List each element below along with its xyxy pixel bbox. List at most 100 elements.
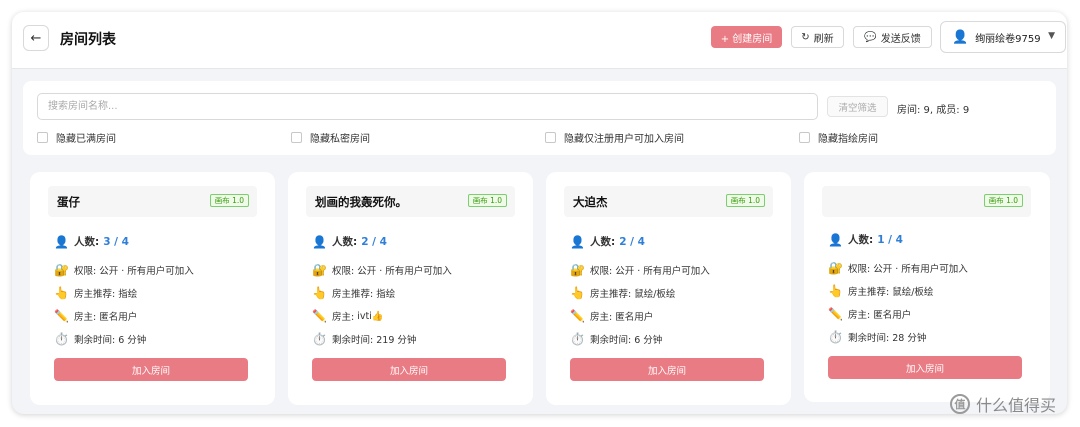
owner-label: 房主:	[848, 310, 871, 321]
hide-finger-draw-rooms-checkbox[interactable]: 隐藏指绘房间	[799, 130, 878, 145]
lock-icon: 🔐	[54, 263, 69, 277]
pencil-icon: ✏️	[312, 309, 327, 323]
user-menu-dropdown[interactable]: 👤 绚丽绘卷9759 ▼	[940, 21, 1066, 53]
recommend-value: 指绘	[376, 289, 396, 300]
checkbox-box[interactable]	[545, 132, 556, 143]
checkbox-label: 隐藏私密房间	[310, 134, 370, 145]
permission-label: 权限:	[848, 264, 871, 275]
room-time: ⏱️ 剩余时间: 219 分钟	[312, 332, 416, 346]
lock-icon: 🔐	[570, 263, 585, 277]
owner-value: 匿名用户	[873, 310, 912, 321]
room-title: 蛋仔	[57, 195, 80, 209]
time-label: 剩余时间:	[332, 335, 374, 346]
room-card: 画布 1.0 👤 人数: 1 / 4 🔐 权限: 公开 · 所有用户可加入 👆 …	[804, 172, 1050, 402]
person-icon: 👤	[828, 232, 843, 247]
stopwatch-icon: ⏱️	[570, 332, 585, 346]
hide-private-rooms-checkbox[interactable]: 隐藏私密房间	[291, 130, 370, 145]
send-feedback-button[interactable]: 💬 发送反馈	[853, 26, 932, 48]
time-value: 219 分钟	[376, 335, 417, 346]
user-icon: 👤	[952, 29, 969, 45]
canvas-version-badge: 画布 1.0	[209, 194, 249, 207]
people-label: 人数:	[848, 234, 874, 246]
recommend-label: 房主推荐:	[590, 289, 632, 300]
people-label: 人数:	[74, 236, 100, 248]
person-icon: 👤	[312, 234, 327, 249]
people-count: 3 / 4	[103, 235, 129, 248]
recommend-label: 房主推荐:	[332, 289, 374, 300]
refresh-icon: ↻	[801, 31, 810, 43]
recommend-label: 房主推荐:	[848, 287, 890, 298]
hide-full-rooms-checkbox[interactable]: 隐藏已满房间	[37, 130, 116, 145]
time-value: 28 分钟	[892, 333, 927, 344]
checkbox-box[interactable]	[291, 132, 302, 143]
room-recommend: 👆 房主推荐: 指绘	[312, 286, 395, 300]
permission-value: 公开 · 所有用户可加入	[615, 266, 710, 277]
owner-value: ivti👍	[357, 310, 384, 322]
join-room-button[interactable]: 加入房间	[312, 358, 506, 381]
room-owner: ✏️ 房主: 匿名用户	[570, 309, 653, 323]
room-recommend: 👆 房主推荐: 鼠绘/板绘	[828, 284, 933, 298]
recommend-value: 鼠绘/板绘	[892, 287, 934, 298]
pencil-icon: ✏️	[54, 309, 69, 323]
room-people: 👤 人数: 2 / 4	[312, 234, 387, 249]
room-card-header: 蛋仔 画布 1.0	[48, 186, 257, 217]
time-value: 6 分钟	[118, 335, 147, 346]
permission-label: 权限:	[590, 266, 613, 277]
checkbox-label: 隐藏指绘房间	[818, 134, 878, 145]
arrow-left-icon: ←	[30, 30, 42, 46]
owner-label: 房主:	[590, 312, 613, 323]
room-recommend: 👆 房主推荐: 鼠绘/板绘	[570, 286, 675, 300]
canvas-version-badge: 画布 1.0	[467, 194, 507, 207]
owner-label: 房主:	[332, 312, 355, 323]
room-people: 👤 人数: 2 / 4	[570, 234, 645, 249]
refresh-label: 刷新	[813, 33, 834, 45]
page-header: ← 房间列表 + 创建房间 ↻ 刷新 💬 发送反馈 👤 绚丽绘卷9759 ▼	[12, 12, 1067, 69]
recommend-value: 鼠绘/板绘	[634, 289, 676, 300]
time-label: 剩余时间:	[848, 333, 890, 344]
room-card-header: 大迫杰 画布 1.0	[564, 186, 773, 217]
room-permission: 🔐 权限: 公开 · 所有用户可加入	[570, 263, 710, 277]
room-people: 👤 人数: 3 / 4	[54, 234, 129, 249]
recommend-value: 指绘	[118, 289, 138, 300]
room-title: 划画的我轰死你。	[315, 195, 407, 209]
room-time: ⏱️ 剩余时间: 6 分钟	[570, 332, 662, 346]
permission-label: 权限:	[332, 266, 355, 277]
checkbox-box[interactable]	[799, 132, 810, 143]
join-room-button[interactable]: 加入房间	[828, 356, 1022, 379]
pointing-hand-icon: 👆	[570, 286, 585, 300]
room-title: 大迫杰	[573, 195, 608, 209]
room-recommend: 👆 房主推荐: 指绘	[54, 286, 137, 300]
chevron-down-icon: ▼	[1048, 31, 1055, 41]
filter-panel: 清空筛选 房间: 9, 成员: 9 隐藏已满房间 隐藏私密房间 隐藏仅注册用户可…	[23, 81, 1056, 155]
time-label: 剩余时间:	[74, 335, 116, 346]
user-name: 绚丽绘卷9759	[975, 33, 1041, 45]
join-room-button[interactable]: 加入房间	[570, 358, 764, 381]
checkbox-box[interactable]	[37, 132, 48, 143]
hide-registered-only-rooms-checkbox[interactable]: 隐藏仅注册用户可加入房间	[545, 130, 684, 145]
room-time: ⏱️ 剩余时间: 6 分钟	[54, 332, 146, 346]
join-room-button[interactable]: 加入房间	[54, 358, 248, 381]
watermark-text: 什么值得买	[976, 396, 1057, 415]
room-card: 划画的我轰死你。 画布 1.0 👤 人数: 2 / 4 🔐 权限: 公开 · 所…	[288, 172, 533, 405]
room-owner: ✏️ 房主: ivti👍	[312, 309, 384, 323]
people-count: 1 / 4	[877, 233, 903, 246]
people-label: 人数:	[332, 236, 358, 248]
stopwatch-icon: ⏱️	[312, 332, 327, 346]
pointing-hand-icon: 👆	[312, 286, 327, 300]
room-card-header: 画布 1.0	[822, 186, 1031, 217]
pointing-hand-icon: 👆	[54, 286, 69, 300]
chat-bubble-icon: 💬	[864, 31, 877, 43]
recommend-label: 房主推荐:	[74, 289, 116, 300]
owner-value: 匿名用户	[615, 312, 654, 323]
room-time: ⏱️ 剩余时间: 28 分钟	[828, 330, 926, 344]
create-room-button[interactable]: + 创建房间	[711, 26, 782, 48]
person-icon: 👤	[54, 234, 69, 249]
room-card: 大迫杰 画布 1.0 👤 人数: 2 / 4 🔐 权限: 公开 · 所有用户可加…	[546, 172, 791, 405]
clear-filters-button[interactable]: 清空筛选	[827, 96, 888, 117]
room-search-input[interactable]	[37, 93, 818, 120]
refresh-button[interactable]: ↻ 刷新	[791, 26, 844, 48]
page-title: 房间列表	[60, 32, 116, 48]
pencil-icon: ✏️	[828, 307, 843, 321]
permission-value: 公开 · 所有用户可加入	[873, 264, 968, 275]
back-button[interactable]: ←	[23, 25, 49, 51]
